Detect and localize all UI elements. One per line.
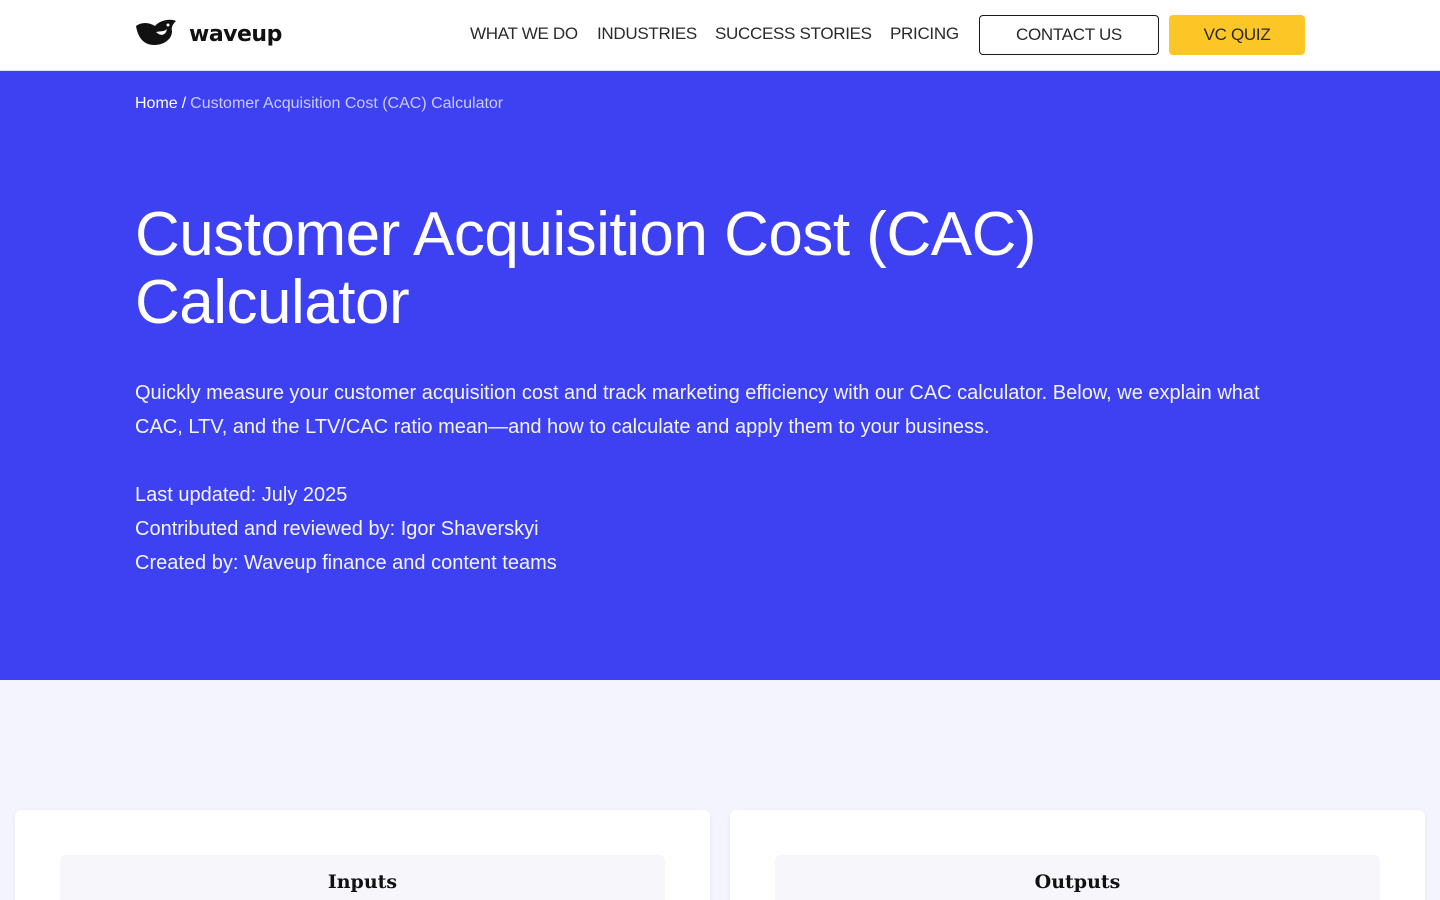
contributed-by: Contributed and reviewed by: Igor Shaver…	[135, 518, 539, 540]
page-title: Customer Acquisition Cost (CAC) Calculat…	[135, 200, 1037, 337]
hero-description: Quickly measure your customer acquisitio…	[135, 382, 1260, 438]
bird-icon	[135, 18, 177, 51]
breadcrumb-current: Customer Acquisition Cost (CAC) Calculat…	[190, 95, 504, 112]
vc-quiz-button[interactable]: VC QUIZ	[1169, 15, 1305, 55]
breadcrumb-home-link[interactable]: Home	[135, 95, 178, 112]
contact-us-button[interactable]: CONTACT US	[979, 15, 1159, 55]
inputs-panel: Inputs	[15, 810, 710, 900]
outputs-title: Outputs	[1034, 871, 1121, 893]
nav-industries[interactable]: INDUSTRIES	[597, 24, 697, 44]
brand-name: waveup	[189, 21, 282, 47]
nav-success-stories[interactable]: SUCCESS STORIES	[715, 24, 872, 44]
breadcrumb: Home / Customer Acquisition Cost (CAC) Cal…	[135, 95, 503, 113]
inputs-panel-header: Inputs	[60, 855, 665, 900]
article-meta: Last updated: July 2025 Contributed and …	[135, 478, 557, 580]
nav-pricing[interactable]: PRICING	[890, 24, 959, 44]
outputs-panel-header: Outputs	[775, 855, 1380, 900]
created-by: Created by: Waveup finance and content t…	[135, 552, 557, 574]
brand-logo[interactable]: waveup	[135, 19, 282, 49]
nav-what-we-do[interactable]: WHAT WE DO	[470, 24, 578, 44]
inputs-title: Inputs	[327, 871, 398, 893]
outputs-panel: Outputs	[730, 810, 1425, 900]
hero-section: Home / Customer Acquisition Cost (CAC) Cal…	[0, 71, 1440, 680]
top-navigation-bar: waveup WHAT WE DO INDUSTRIES SUCCESS STO…	[0, 0, 1440, 71]
last-updated: Last updated: July 2025	[135, 484, 348, 506]
breadcrumb-separator: /	[181, 95, 187, 112]
